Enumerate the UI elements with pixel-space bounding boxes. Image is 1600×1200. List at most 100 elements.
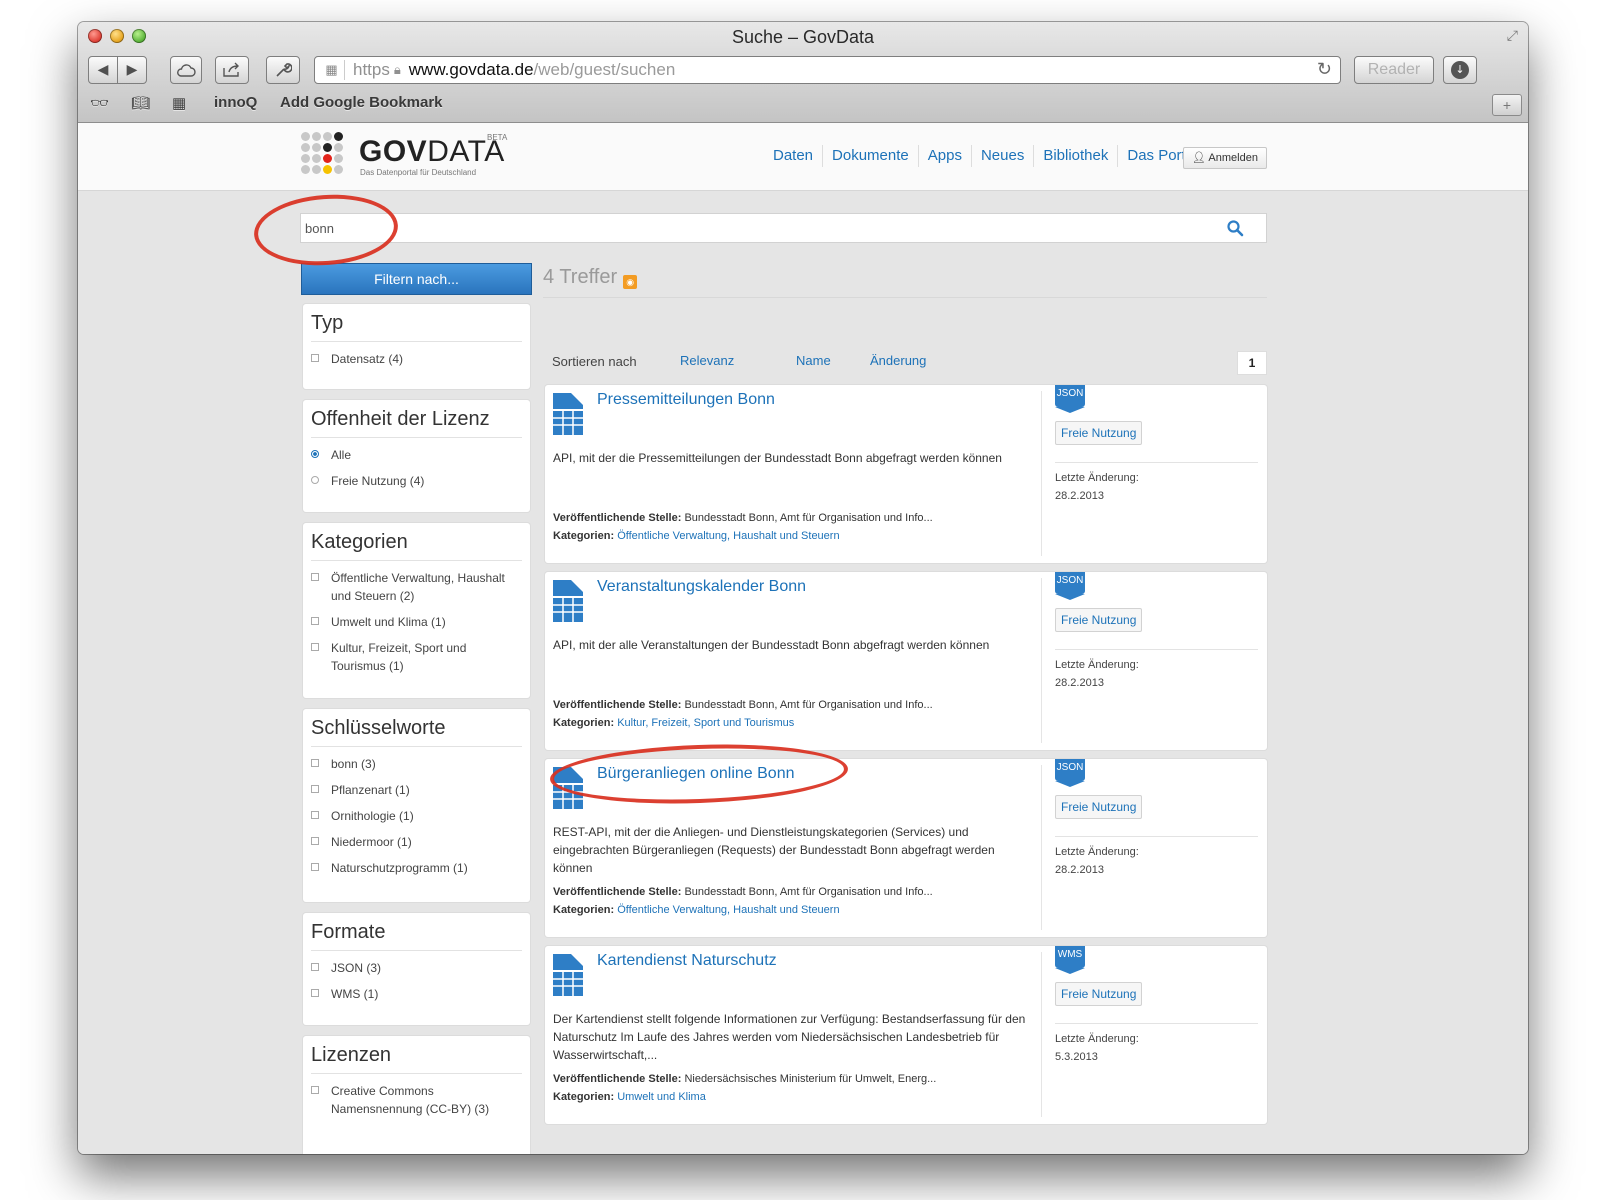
checkbox[interactable] xyxy=(311,617,319,625)
sort-aenderung[interactable]: Änderung xyxy=(870,353,926,368)
checkbox[interactable] xyxy=(311,785,319,793)
site-header: GOVDATA Das Datenportal für Deutschland … xyxy=(78,123,1528,191)
share-button[interactable] xyxy=(215,56,249,84)
checkbox[interactable] xyxy=(311,643,319,651)
bookmark-innoq[interactable]: innoQ xyxy=(214,94,257,111)
result-categories: Kategorien: Kultur, Freizeit, Sport und … xyxy=(553,717,795,729)
lock-icon: 🔒︎ xyxy=(393,62,401,77)
url-domain: www.govdata.de xyxy=(408,60,534,79)
radio-button[interactable] xyxy=(311,476,319,484)
bookmarks-icon[interactable]: 📖︎ xyxy=(131,94,150,112)
facet-option-umwelt[interactable]: Umwelt und Klima (1) xyxy=(311,613,522,631)
result-category-link[interactable]: Öffentliche Verwaltung, Haushalt und Ste… xyxy=(617,530,839,542)
sort-name[interactable]: Name xyxy=(796,353,831,368)
nav-apps[interactable]: Apps xyxy=(917,145,971,167)
facet-option-freie-nutzung[interactable]: Freie Nutzung (4) xyxy=(311,472,522,490)
web-page: GOVDATA Das Datenportal für Deutschland … xyxy=(78,123,1528,1154)
nav-daten[interactable]: Daten xyxy=(764,145,822,167)
last-changed-label: Letzte Änderung: xyxy=(1055,472,1139,484)
result-publisher: Veröffentlichende Stelle: Bundesstadt Bo… xyxy=(553,699,933,711)
result-description: API, mit der die Pressemitteilungen der … xyxy=(553,451,1002,465)
tools-button[interactable] xyxy=(266,56,300,84)
top-sites-bookmark-icon[interactable]: ▦ xyxy=(172,94,186,112)
checkbox[interactable] xyxy=(311,354,319,362)
pagination-current-page[interactable]: 1 xyxy=(1237,351,1267,375)
divider xyxy=(1055,649,1258,650)
rss-icon[interactable]: ◉ xyxy=(623,275,638,289)
result-category-link[interactable]: Umwelt und Klima xyxy=(617,1091,706,1103)
icloud-tabs-button[interactable] xyxy=(170,56,202,84)
facet-title: Schlüsselworte xyxy=(311,717,522,747)
result-category-link[interactable]: Öffentliche Verwaltung, Haushalt und Ste… xyxy=(617,904,839,916)
reading-list-icon[interactable]: 👓︎ xyxy=(90,94,109,112)
bookmark-add-google[interactable]: Add Google Bookmark xyxy=(280,94,443,111)
login-button[interactable]: 👤︎ Anmelden xyxy=(1183,147,1267,169)
facet-option-niedermoor[interactable]: Niedermoor (1) xyxy=(311,833,522,851)
divider xyxy=(1055,836,1258,837)
nav-neues[interactable]: Neues xyxy=(970,145,1033,167)
sort-bar: Sortieren nach Relevanz Name Änderung 1 xyxy=(552,351,1267,375)
search-box xyxy=(300,213,1267,243)
new-tab-button[interactable]: + xyxy=(1492,94,1522,116)
license-tag[interactable]: Freie Nutzung xyxy=(1055,982,1143,1006)
result-category-link[interactable]: Kultur, Freizeit, Sport und Tourismus xyxy=(617,717,794,729)
facet-formate: Formate JSON (3) WMS (1) xyxy=(303,913,530,1025)
checkbox[interactable] xyxy=(311,573,319,581)
tools-icon xyxy=(276,63,292,77)
checkbox[interactable] xyxy=(311,759,319,767)
last-changed-label: Letzte Änderung: xyxy=(1055,659,1139,671)
facet-option-ornithologie[interactable]: Ornithologie (1) xyxy=(311,807,522,825)
result-description: REST-API, mit der die Anliegen- und Dien… xyxy=(553,825,995,875)
result-card: Veranstaltungskalender Bonn API, mit der… xyxy=(545,572,1267,750)
sort-relevanz[interactable]: Relevanz xyxy=(680,353,734,368)
facet-option-datensatz[interactable]: Datensatz (4) xyxy=(311,350,522,368)
share-icon xyxy=(223,62,239,77)
checkbox[interactable] xyxy=(311,811,319,819)
format-badge: WMS xyxy=(1055,946,1085,974)
govdata-logo-icon[interactable] xyxy=(301,132,353,176)
back-button[interactable]: ◀ xyxy=(88,56,118,84)
facet-option-bonn[interactable]: bonn (3) xyxy=(311,755,522,773)
nav-bibliothek[interactable]: Bibliothek xyxy=(1033,145,1117,167)
facet-option-json[interactable]: JSON (3) xyxy=(311,959,522,977)
facet-option-verwaltung[interactable]: Öffentliche Verwaltung, Haushalt und Ste… xyxy=(311,569,522,605)
top-sites-icon[interactable]: ▦ xyxy=(319,60,345,80)
result-title-link[interactable]: Pressemitteilungen Bonn xyxy=(597,391,775,409)
result-categories: Kategorien: Öffentliche Verwaltung, Haus… xyxy=(553,530,840,542)
fullscreen-icon[interactable]: ⤢ xyxy=(1507,28,1518,44)
search-icon[interactable] xyxy=(1226,219,1244,237)
license-tag[interactable]: Freie Nutzung xyxy=(1055,795,1143,819)
facet-option-pflanzenart[interactable]: Pflanzenart (1) xyxy=(311,781,522,799)
facet-option-alle[interactable]: Alle xyxy=(311,446,522,464)
result-publisher: Veröffentlichende Stelle: Bundesstadt Bo… xyxy=(553,512,933,524)
checkbox[interactable] xyxy=(311,1086,319,1094)
downloads-button[interactable]: ↓ xyxy=(1443,56,1477,84)
reload-icon[interactable]: ↻ xyxy=(1317,59,1332,80)
reader-button[interactable]: Reader xyxy=(1354,56,1434,84)
address-bar[interactable]: ▦ https 🔒︎ www.govdata.de /web/guest/suc… xyxy=(314,56,1341,84)
facet-kategorien: Kategorien Öffentliche Verwaltung, Haush… xyxy=(303,523,530,698)
last-changed-label: Letzte Änderung: xyxy=(1055,846,1139,858)
site-tagline: Das Datenportal für Deutschland xyxy=(360,168,477,177)
facet-option-cc-by[interactable]: Creative Commons Namensnennung (CC-BY) (… xyxy=(311,1082,522,1118)
forward-button[interactable]: ▶ xyxy=(117,56,147,84)
checkbox[interactable] xyxy=(311,837,319,845)
facet-option-wms[interactable]: WMS (1) xyxy=(311,985,522,1003)
result-categories: Kategorien: Öffentliche Verwaltung, Haus… xyxy=(553,904,840,916)
facet-option-kultur[interactable]: Kultur, Freizeit, Sport und Tourismus (1… xyxy=(311,639,522,675)
checkbox[interactable] xyxy=(311,863,319,871)
license-tag[interactable]: Freie Nutzung xyxy=(1055,608,1143,632)
checkbox[interactable] xyxy=(311,989,319,997)
site-logo[interactable]: GOVDATA xyxy=(359,135,505,169)
result-title-link[interactable]: Veranstaltungskalender Bonn xyxy=(597,578,806,596)
search-input[interactable] xyxy=(301,214,1266,242)
radio-button[interactable] xyxy=(311,450,319,458)
nav-dokumente[interactable]: Dokumente xyxy=(822,145,918,167)
license-tag[interactable]: Freie Nutzung xyxy=(1055,421,1143,445)
facet-title: Typ xyxy=(311,312,522,342)
facet-option-naturschutzprogramm[interactable]: Naturschutzprogramm (1) xyxy=(311,859,522,877)
filter-by-button[interactable]: Filtern nach... xyxy=(301,263,532,295)
divider xyxy=(1055,1023,1258,1024)
result-title-link[interactable]: Kartendienst Naturschutz xyxy=(597,952,777,970)
checkbox[interactable] xyxy=(311,963,319,971)
